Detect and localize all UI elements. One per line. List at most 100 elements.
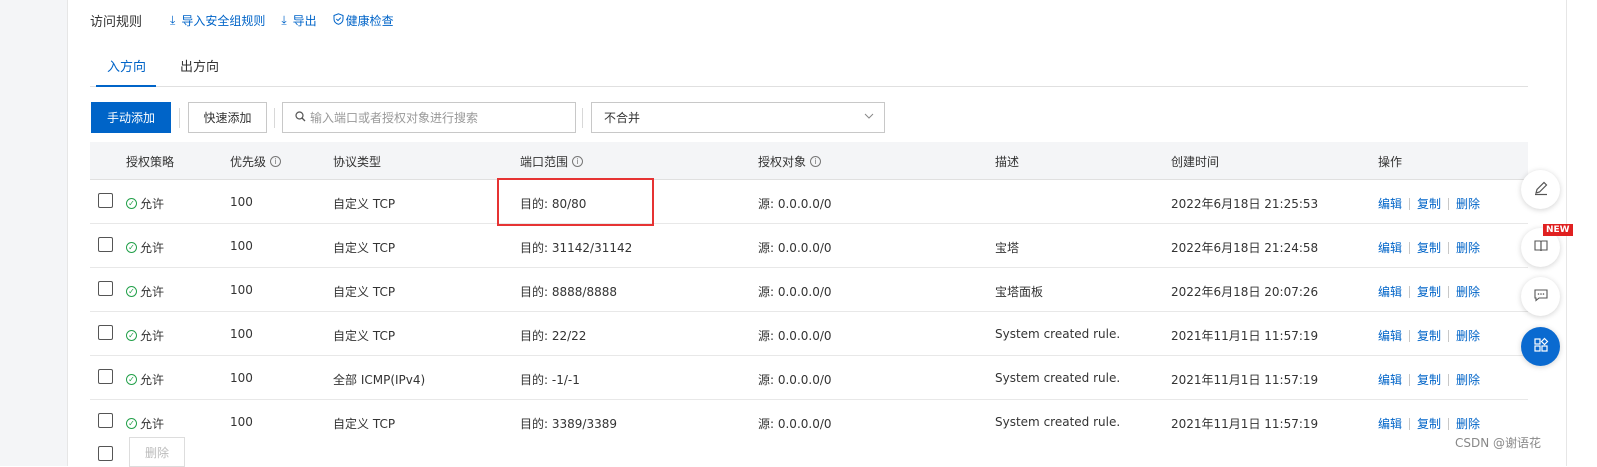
table-row: ✓ 允许 100 自定义 TCP 目的: 31142/31142 源: 0.0.0… (90, 224, 1528, 268)
created-time-cell: 2022年6月18日 21:24:58 (1171, 241, 1319, 255)
created-time-cell: 2022年6月18日 20:07:26 (1171, 285, 1319, 299)
protocol-cell: 全部 ICMP(IPv4) (333, 373, 426, 387)
col-actions: 操作 (1378, 153, 1402, 170)
table-row: ✓ 允许 100 自定义 TCP 目的: 3389/3389 源: 0.0.0.0… (90, 400, 1528, 444)
merge-select[interactable]: 不合并 (591, 102, 885, 133)
copy-link[interactable]: 复制 (1417, 371, 1441, 388)
feedback-float-button[interactable] (1521, 277, 1560, 316)
check-circle-icon: ✓ (126, 286, 137, 297)
copy-link[interactable]: 复制 (1417, 283, 1441, 300)
col-created-time[interactable]: 创建时间 (1171, 153, 1219, 170)
row-checkbox[interactable] (98, 413, 113, 428)
port-range-cell: 目的: 8888/8888 (520, 285, 617, 299)
check-circle-icon: ✓ (126, 330, 137, 341)
search-box[interactable] (282, 102, 576, 133)
import-icon: ⤓ (170, 12, 176, 27)
chevron-down-icon (864, 111, 874, 124)
chat-icon (1533, 287, 1549, 307)
rules-header: 访问规则 ⤓ 导入安全组规则 ⤓ 导出 健康检查 (90, 10, 410, 30)
description-cell: System created rule. (995, 415, 1121, 429)
source-cell: 源: 0.0.0.0/0 (758, 197, 832, 211)
protocol-cell: 自定义 TCP (333, 241, 396, 255)
port-range-cell: 目的: 3389/3389 (520, 417, 617, 431)
policy-text: 允许 (140, 373, 165, 387)
import-rules-link[interactable]: ⤓ 导入安全组规则 (170, 12, 265, 29)
edit-link[interactable]: 编辑 (1378, 283, 1402, 300)
check-circle-icon: ✓ (126, 418, 137, 429)
info-icon[interactable]: i (810, 156, 822, 167)
source-cell: 源: 0.0.0.0/0 (758, 285, 832, 299)
info-icon[interactable]: i (572, 156, 584, 167)
description-cell: System created rule. (995, 371, 1121, 385)
shield-check-icon (333, 12, 344, 28)
copy-link[interactable]: 复制 (1417, 327, 1441, 344)
row-checkbox[interactable] (98, 193, 113, 208)
copy-link[interactable]: 复制 (1417, 415, 1441, 432)
table-row: ✓ 允许 100 自定义 TCP 目的: 22/22 源: 0.0.0.0/0 S… (90, 312, 1528, 356)
export-label: 导出 (292, 13, 317, 28)
col-description[interactable]: 描述 (995, 153, 1019, 170)
direction-tabs: 入方向 出方向 (90, 50, 1528, 87)
priority-cell: 100 (230, 327, 253, 341)
copy-link[interactable]: 复制 (1417, 239, 1441, 256)
col-policy[interactable]: 授权策略 (126, 153, 174, 170)
created-time-cell: 2021年11月1日 11:57:19 (1171, 329, 1319, 343)
copy-link[interactable]: 复制 (1417, 195, 1441, 212)
policy-text: 允许 (140, 285, 165, 299)
policy-cell: ✓ 允许 (126, 371, 164, 388)
tab-outbound[interactable]: 出方向 (180, 56, 219, 75)
action-divider (1409, 241, 1411, 254)
delete-link[interactable]: 删除 (1456, 283, 1480, 300)
book-icon (1533, 238, 1549, 258)
edit-link[interactable]: 编辑 (1378, 239, 1402, 256)
description-cell: System created rule. (995, 327, 1121, 341)
port-range-cell: 目的: -1/-1 (520, 373, 580, 387)
search-input[interactable] (310, 110, 560, 125)
delete-link[interactable]: 删除 (1456, 327, 1480, 344)
delete-link[interactable]: 删除 (1456, 371, 1480, 388)
col-protocol[interactable]: 协议类型 (333, 153, 381, 170)
delete-link[interactable]: 删除 (1456, 195, 1480, 212)
row-actions: 编辑 复制 删除 (1378, 283, 1480, 300)
row-checkbox[interactable] (98, 325, 113, 340)
row-checkbox[interactable] (98, 369, 113, 384)
search-icon (295, 110, 306, 125)
policy-text: 允许 (140, 197, 165, 211)
col-port-range[interactable]: 端口范围 i (520, 153, 584, 170)
priority-cell: 100 (230, 371, 253, 385)
policy-cell: ✓ 允许 (126, 283, 164, 300)
action-divider (1448, 373, 1450, 386)
apps-float-button[interactable] (1521, 327, 1560, 366)
col-label: 端口范围 (520, 155, 569, 169)
col-priority[interactable]: 优先级 i (230, 153, 282, 170)
check-circle-icon: ✓ (126, 374, 137, 385)
edit-link[interactable]: 编辑 (1378, 371, 1402, 388)
new-badge: NEW (1543, 224, 1573, 236)
col-auth-object[interactable]: 授权对象 i (758, 153, 822, 170)
tab-inbound[interactable]: 入方向 (107, 56, 146, 75)
info-icon[interactable]: i (270, 156, 282, 167)
description-cell: 宝塔面板 (995, 285, 1044, 299)
edit-link[interactable]: 编辑 (1378, 327, 1402, 344)
batch-delete-button[interactable]: 删除 (129, 437, 185, 467)
protocol-cell: 自定义 TCP (333, 285, 396, 299)
action-divider (1409, 417, 1411, 430)
policy-cell: ✓ 允许 (126, 327, 164, 344)
created-time-cell: 2021年11月1日 11:57:19 (1171, 373, 1319, 387)
row-checkbox[interactable] (98, 237, 113, 252)
edit-link[interactable]: 编辑 (1378, 415, 1402, 432)
row-checkbox[interactable] (98, 281, 113, 296)
import-rules-label: 导入安全组规则 (181, 13, 266, 28)
table-row: ✓ 允许 100 自定义 TCP 目的: 80/80 源: 0.0.0.0/0 2… (90, 180, 1528, 224)
edit-link[interactable]: 编辑 (1378, 195, 1402, 212)
health-check-link[interactable]: 健康检查 (333, 12, 394, 29)
manual-add-button[interactable]: 手动添加 (91, 102, 171, 133)
select-all-checkbox[interactable] (98, 446, 113, 461)
delete-link[interactable]: 删除 (1456, 415, 1480, 432)
export-link[interactable]: ⤓ 导出 (281, 12, 316, 29)
action-divider (1448, 329, 1450, 342)
delete-link[interactable]: 删除 (1456, 239, 1480, 256)
edit-float-button[interactable] (1521, 170, 1560, 209)
quick-add-button[interactable]: 快速添加 (188, 102, 267, 133)
policy-text: 允许 (140, 417, 165, 431)
